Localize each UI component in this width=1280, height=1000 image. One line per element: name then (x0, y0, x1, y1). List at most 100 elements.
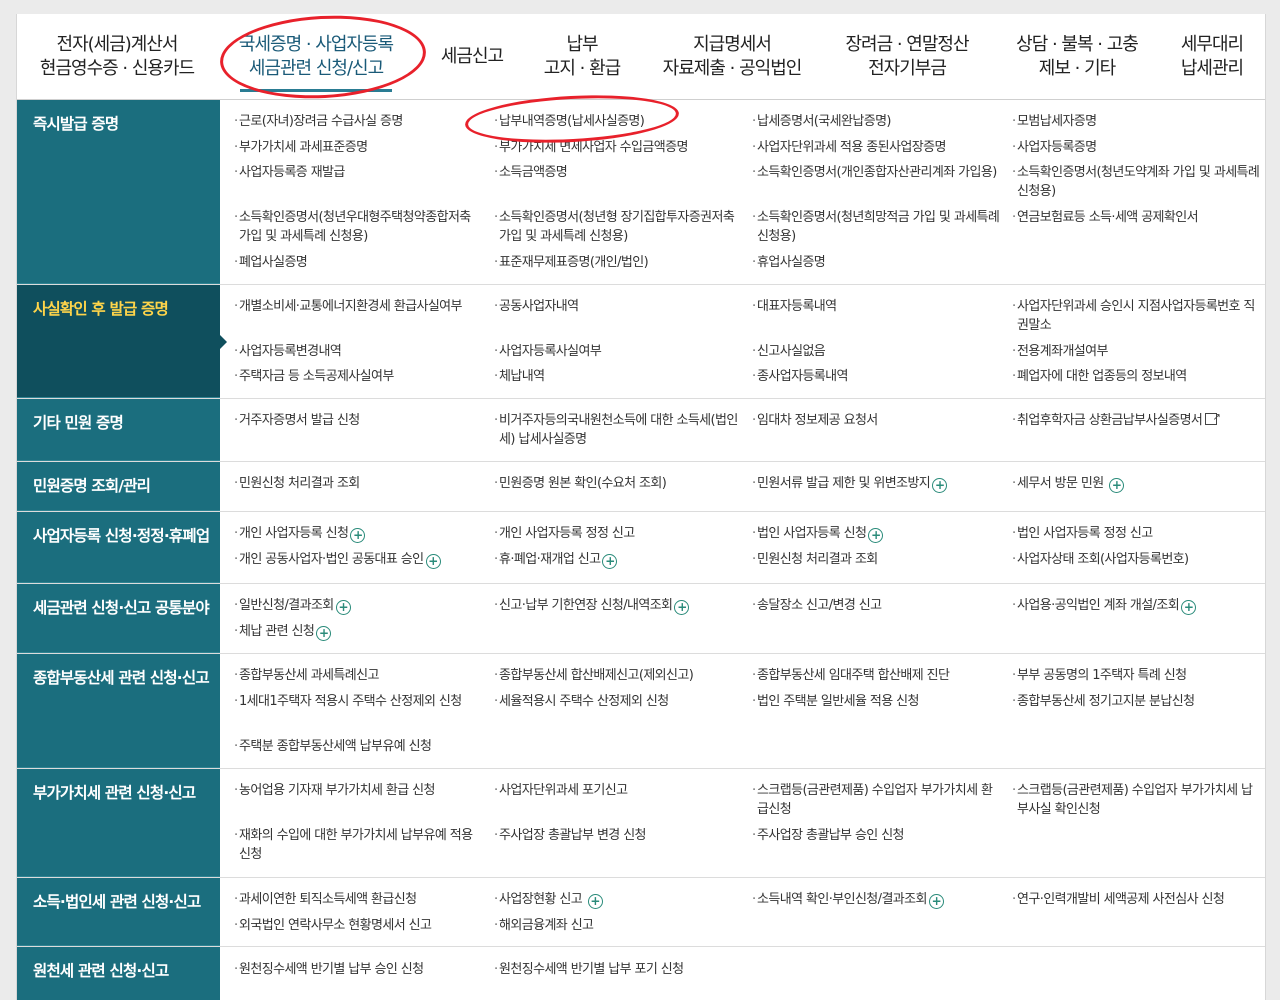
menu-link[interactable]: · 부가가치세 면세사업자 수입금액증명 (494, 138, 751, 157)
menu-link[interactable]: · 대표자등록내역 (752, 297, 1009, 316)
menu-link[interactable]: · 소득확인증명서(청년희망적금 가입 및 과세특례 신청용) (752, 208, 1002, 246)
menu-link[interactable]: · 임대차 정보제공 요청서 (752, 411, 1009, 430)
menu-link[interactable]: · 스크랩등(금관련제품) 수입업자 부가가치세 환급신청 (752, 781, 1002, 819)
menu-link[interactable]: · 모범납세자증명 (1012, 112, 1265, 131)
expand-plus-icon[interactable]: + (350, 528, 366, 543)
menu-link[interactable]: · 소득내역 확인·부인신청/결과조회 + (752, 890, 1009, 909)
section-title[interactable]: 민원증명 조회/관리 (17, 462, 220, 511)
expand-plus-icon[interactable]: + (587, 894, 603, 909)
menu-link[interactable]: · 폐업자에 대한 업종등의 정보내역 (1012, 367, 1265, 386)
menu-link[interactable]: · 사업자단위과세 승인시 지점사업자등록번호 직권말소 (1012, 297, 1257, 335)
menu-link[interactable]: · 세율적용시 주택수 산정제외 신청 (494, 692, 751, 711)
menu-link[interactable]: · 사업장현황 신고 + (494, 890, 751, 909)
menu-link[interactable]: · 연구·인력개발비 세액공제 사전심사 신청 (1012, 890, 1262, 909)
menu-link[interactable]: · 비거주자등의국내원천소득에 대한 소득세(법인세) 납세사실증명 (494, 411, 744, 449)
expand-plus-icon[interactable]: + (1181, 600, 1197, 615)
menu-link[interactable]: · 휴업사실증명 (752, 253, 1009, 272)
menu-link[interactable]: · 사업자등록증명 (1012, 138, 1265, 157)
menu-link[interactable]: · 개인 공동사업자·법인 공동대표 승인 + (234, 550, 491, 569)
menu-link[interactable]: · 소득금액증명 (494, 163, 751, 182)
nav-tab-tax-return[interactable]: 세금신고 (422, 14, 522, 100)
menu-link[interactable]: · 소득확인증명서(개인종합자산관리계좌 가입용) (752, 163, 1002, 182)
menu-link[interactable]: · 스크랩등(금관련제품) 수입업자 부가가치세 납부사실 확인신청 (1012, 781, 1262, 819)
menu-link[interactable]: · 사업자등록증 재발급 (234, 163, 491, 182)
menu-link[interactable]: · 법인 사업자등록 정정 신고 (1012, 524, 1265, 543)
menu-link[interactable]: · 법인 주택분 일반세율 적용 신청 (752, 692, 1009, 711)
nav-tab-incentives[interactable]: 장려금 · 연말정산 전자기부금 (822, 14, 992, 100)
menu-link[interactable]: · 사업자상태 조회(사업자등록번호) (1012, 550, 1265, 569)
menu-link[interactable]: · 1세대1주택자 적용시 주택수 산정제외 신청 (234, 692, 484, 711)
menu-link[interactable]: · 폐업사실증명 (234, 253, 491, 272)
menu-link[interactable]: · 주택자금 등 소득공제사실여부 (234, 367, 491, 386)
menu-link[interactable]: · 소득확인증명서(청년형 장기집합투자증권저축 가입 및 과세특례 신청용) (494, 208, 744, 246)
menu-link[interactable]: · 사업용·공익법인 계좌 개설/조회 + (1012, 596, 1265, 615)
menu-link[interactable]: · 개별소비세·교통에너지환경세 환급사실여부 (234, 297, 484, 316)
menu-link[interactable]: · 세무서 방문 민원 + (1012, 474, 1265, 493)
menu-link[interactable]: · 사업자등록변경내역 (234, 342, 491, 361)
menu-link[interactable]: · 법인 사업자등록 신청 + (752, 524, 1009, 543)
nav-tab-e-invoice[interactable]: 전자(세금)계산서 현금영수증 · 신용카드 (27, 14, 207, 100)
menu-link[interactable]: · 개인 사업자등록 정정 신고 (494, 524, 751, 543)
expand-plus-icon[interactable]: + (932, 478, 948, 493)
menu-link[interactable]: · 사업자단위과세 포기신고 (494, 781, 751, 800)
expand-plus-icon[interactable]: + (868, 528, 884, 543)
menu-link[interactable]: · 공동사업자내역 (494, 297, 751, 316)
menu-link[interactable]: · 체납 관련 신청 + (234, 622, 491, 641)
menu-link[interactable]: · 종사업자등록내역 (752, 367, 1009, 386)
menu-link[interactable]: · 민원신청 처리결과 조회 (234, 474, 491, 493)
menu-link[interactable]: · 표준재무제표증명(개인/법인) (494, 253, 751, 272)
menu-link[interactable]: · 납세증명서(국세완납증명) (752, 112, 1009, 131)
menu-link[interactable]: · 체납내역 (494, 367, 751, 386)
menu-link[interactable]: · 신고·납부 기한연장 신청/내역조회 + (494, 596, 751, 615)
menu-link[interactable]: · 종합부동산세 과세특례신고 (234, 666, 491, 685)
menu-link[interactable]: · 부가가치세 과세표준증명 (234, 138, 491, 157)
expand-plus-icon[interactable]: + (928, 894, 944, 909)
menu-link[interactable]: · 근로(자녀)장려금 수급사실 증명 (234, 112, 491, 131)
expand-plus-icon[interactable]: + (425, 554, 441, 569)
menu-link[interactable]: · 소득확인증명서(청년우대형주택청약종합저축 가입 및 과세특례 신청용) (234, 208, 484, 246)
nav-tab-certificates[interactable]: 국세증명 · 사업자등록 세금관련 신청/신고 (222, 14, 410, 100)
menu-link[interactable]: · 해외금융계좌 신고 (494, 916, 751, 935)
menu-link[interactable]: · 거주자증명서 발급 신청 (234, 411, 491, 430)
menu-link[interactable]: · 전용계좌개설여부 (1012, 342, 1265, 361)
menu-link[interactable]: · 원천징수세액 반기별 납부 포기 신청 (494, 960, 751, 979)
section-title[interactable]: 부가가치세 관련 신청·신고 (17, 769, 220, 877)
menu-link[interactable]: · 송달장소 신고/변경 신고 (752, 596, 1009, 615)
nav-tab-statements[interactable]: 지급명세서 자료제출 · 공익법인 (647, 14, 817, 100)
menu-link[interactable]: · 농어업용 기자재 부가가치세 환급 신청 (234, 781, 491, 800)
expand-plus-icon[interactable]: + (1109, 478, 1125, 493)
section-title[interactable]: 기타 민원 증명 (17, 399, 220, 461)
expand-plus-icon[interactable]: + (674, 600, 690, 615)
menu-link[interactable]: · 원천징수세액 반기별 납부 승인 신청 (234, 960, 491, 979)
section-title[interactable]: 사실확인 후 발급 증명 (17, 285, 227, 398)
section-title[interactable]: 사업자등록 신청·정정·휴폐업 (17, 512, 220, 583)
menu-link[interactable]: · 민원신청 처리결과 조회 (752, 550, 1009, 569)
menu-link[interactable]: · 민원서류 발급 제한 및 위변조방지 + (752, 474, 1009, 493)
menu-link[interactable]: · 취업후학자금 상환금납부사실증명서 (1012, 408, 1262, 430)
expand-plus-icon[interactable]: + (335, 600, 351, 615)
section-title[interactable]: 원천세 관련 신청·신고 (17, 947, 220, 1000)
menu-link-payment-history-certificate[interactable]: · 납부내역증명(납세사실증명) (494, 112, 751, 131)
menu-link[interactable]: · 소득확인증명서(청년도약계좌 가입 및 과세특례 신청용) (1012, 163, 1262, 201)
menu-link[interactable]: · 재화의 수입에 대한 부가가치세 납부유예 적용 신청 (234, 826, 484, 864)
menu-link[interactable]: · 개인 사업자등록 신청 + (234, 524, 491, 543)
menu-link[interactable]: · 종합부동산세 합산배제신고(제외신고) (494, 666, 751, 685)
menu-link[interactable]: · 일반신청/결과조회 + (234, 596, 491, 615)
menu-link[interactable]: · 외국법인 연락사무소 현황명세서 신고 (234, 916, 491, 935)
menu-link[interactable]: · 민원증명 원본 확인(수요처 조회) (494, 474, 751, 493)
menu-link[interactable]: · 휴·폐업·재개업 신고 + (494, 550, 751, 569)
menu-link[interactable]: · 사업자등록사실여부 (494, 342, 751, 361)
menu-link[interactable]: · 주사업장 총괄납부 승인 신청 (752, 826, 1009, 845)
menu-link[interactable]: · 주사업장 총괄납부 변경 신청 (494, 826, 751, 845)
section-title[interactable]: 종합부동산세 관련 신청·신고 (17, 654, 220, 768)
section-title[interactable]: 세금관련 신청·신고 공통분야 (17, 584, 220, 653)
nav-tab-consult[interactable]: 상담 · 불복 · 고충 제보 · 기타 (997, 14, 1157, 100)
menu-link[interactable]: · 신고사실없음 (752, 342, 1009, 361)
expand-plus-icon[interactable]: + (602, 554, 618, 569)
menu-link[interactable]: · 부부 공동명의 1주택자 특례 신청 (1012, 666, 1265, 685)
nav-tab-tax-agent[interactable]: 세무대리 납세관리 (1162, 14, 1262, 100)
menu-link[interactable]: · 과세이연한 퇴직소득세액 환급신청 (234, 890, 491, 909)
menu-link[interactable]: · 사업자단위과세 적용 종된사업장증명 (752, 138, 1009, 157)
menu-link[interactable]: · 주택분 종합부동산세액 납부유예 신청 (234, 737, 491, 756)
menu-link[interactable]: · 종합부동산세 정기고지분 분납신청 (1012, 692, 1265, 711)
